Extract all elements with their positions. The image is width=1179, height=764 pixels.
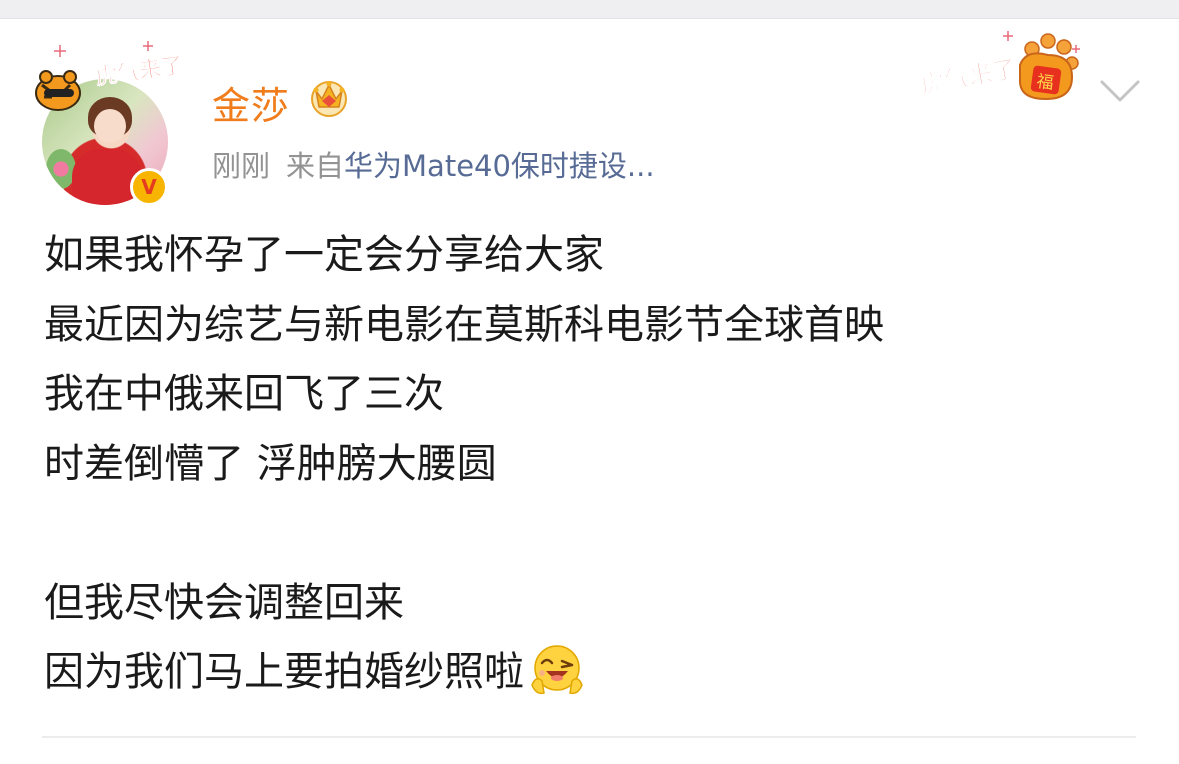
post-divider <box>42 736 1136 738</box>
post-text-blank-line <box>44 499 1144 569</box>
post-text-line-with-emoji: 因为我们马上要拍婚纱照啦 <box>44 638 1144 708</box>
post-time: 刚刚 <box>212 149 271 183</box>
tiger-avatar-frame-icon: 虎气来了 <box>35 41 180 111</box>
svg-text:福: 福 <box>1035 72 1055 94</box>
svg-text:虎气来了: 虎气来了 <box>919 54 1018 98</box>
post-text-line: 最近因为综艺与新电影在莫斯科电影节全球首映 <box>44 301 884 348</box>
post-text-line: 因为我们马上要拍婚纱照啦 <box>44 649 524 695</box>
weibo-post-card: 虎气来了 V 金莎 刚刚 来自华为Mate40保时捷设... 虎气来了 福 如果… <box>0 19 1179 764</box>
post-text-line: 但我尽快会调整回来 <box>44 579 404 626</box>
chevron-down-icon[interactable] <box>1098 74 1142 106</box>
top-divider-strip <box>0 0 1179 19</box>
post-text-line: 我在中俄来回飞了三次 <box>44 371 444 417</box>
post-meta: 刚刚 来自华为Mate40保时捷设... <box>212 143 655 185</box>
username[interactable]: 金莎 <box>212 75 290 130</box>
post-content: 如果我怀孕了一定会分享给大家 最近因为综艺与新电影在莫斯科电影节全球首映 我在中… <box>44 221 1144 708</box>
post-text-line: 时差倒懵了 浮肿膀大腰圆 <box>44 440 497 487</box>
svg-text:虎气来了: 虎气来了 <box>94 52 180 90</box>
avatar[interactable]: 虎气来了 V <box>30 37 180 206</box>
tiger-paw-fu-sticker-icon: 虎气来了 福 <box>918 31 1080 101</box>
verified-badge: V <box>130 168 168 206</box>
crown-icon[interactable] <box>306 73 352 119</box>
post-text-line: 如果我怀孕了一定会分享给大家 <box>44 232 604 278</box>
source-prefix: 来自 <box>286 149 345 183</box>
laughing-wink-emoji-icon <box>531 645 583 695</box>
source-device-link[interactable]: 华为Mate40保时捷设... <box>344 149 655 183</box>
